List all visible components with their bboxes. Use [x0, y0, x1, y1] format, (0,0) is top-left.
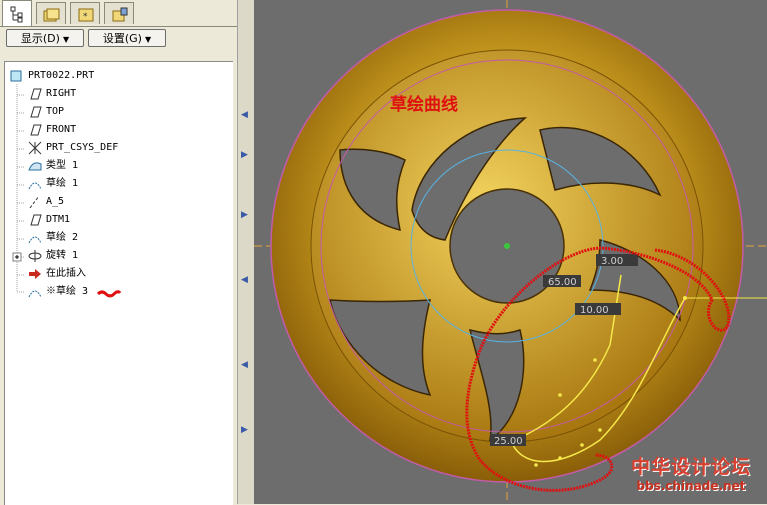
coordinate-system-icon	[28, 141, 42, 155]
tab-model-tree[interactable]	[2, 0, 32, 26]
insert-here-arrow-icon	[29, 269, 41, 279]
tree-toolbar: 显示(D) ▼ 设置(G) ▼	[0, 26, 237, 51]
watermark-url: bbs.chinade.net	[636, 479, 746, 493]
tree-root-label: PRT0022.PRT	[28, 70, 95, 81]
datum-plane-icon	[30, 106, 42, 118]
collapse-arrow-icon[interactable]: ◀	[241, 110, 248, 120]
graphics-viewport[interactable]: 65.00 10.00 25.00 3.00 草绘曲线 中华设计论坛 bbs.c…	[254, 0, 767, 504]
tab-folder-browser[interactable]	[36, 2, 66, 24]
tree-item-label: A_5	[46, 196, 65, 207]
favorites-icon: *	[78, 8, 94, 22]
center-point	[504, 243, 510, 249]
sketch-icon	[28, 236, 42, 244]
revolve-icon	[28, 250, 42, 262]
settings-dropdown-label: 设置(G)	[102, 32, 142, 45]
expand-arrow-icon[interactable]: ▶	[241, 210, 248, 220]
surface-feature-icon	[28, 162, 42, 171]
tree-item-label: 旋转 1	[46, 250, 79, 261]
show-dropdown-label: 显示(D)	[20, 32, 60, 45]
panel-splitter[interactable]: ◀ ▶ ▶ ◀ ◀ ▶	[237, 0, 255, 504]
tab-connections[interactable]	[104, 2, 134, 24]
model-tree-panel: * 显示(D) ▼ 设置(G) ▼ PRT0022.PRT RIGHT TOP …	[0, 0, 237, 505]
dimension-25: 25.00	[494, 436, 523, 447]
annotation-sketch-curve: 草绘曲线	[390, 94, 458, 115]
sketch-icon	[28, 182, 42, 190]
dimension-65: 65.00	[548, 277, 577, 288]
tree-item-label: DTM1	[46, 214, 71, 225]
collapse-arrow-icon[interactable]: ◀	[241, 360, 248, 370]
expand-arrow-icon[interactable]: ▶	[241, 425, 248, 435]
chevron-down-icon: ▼	[62, 35, 70, 44]
folder-icon	[43, 8, 60, 22]
model-tree: PRT0022.PRT RIGHT TOP FRONT PRT_CSYS_DEF…	[4, 61, 233, 505]
datum-plane-icon	[30, 124, 42, 136]
model-tree-icon	[10, 6, 23, 23]
dimension-3: 3.00	[601, 256, 623, 267]
show-dropdown[interactable]: 显示(D) ▼	[6, 29, 84, 47]
datum-plane-icon	[30, 214, 42, 226]
part-icon	[10, 70, 22, 82]
tree-item-label: FRONT	[46, 124, 77, 135]
expand-arrow-icon[interactable]: ▶	[241, 150, 248, 160]
tree-item-label: RIGHT	[46, 88, 77, 99]
datum-axis-icon	[29, 195, 40, 209]
connections-icon	[112, 7, 128, 22]
tree-item-label: TOP	[46, 106, 65, 117]
chevron-down-icon: ▼	[144, 35, 152, 44]
collapse-arrow-icon[interactable]: ◀	[241, 275, 248, 285]
watermark-title: 中华设计论坛	[630, 456, 751, 478]
tree-item-label: 类型 1	[46, 160, 79, 171]
tree-item-label: 在此插入	[46, 268, 86, 279]
tab-favorites[interactable]: *	[70, 2, 100, 24]
sketch-icon	[28, 290, 42, 298]
settings-dropdown[interactable]: 设置(G) ▼	[88, 29, 166, 47]
model-render[interactable]: 65.00 10.00 25.00 3.00 草绘曲线	[254, 0, 767, 504]
svg-text:*: *	[83, 12, 88, 22]
datum-plane-icon	[30, 88, 42, 100]
tree-item-label: PRT_CSYS_DEF	[46, 142, 119, 153]
red-scribble-mark	[96, 290, 122, 298]
forum-watermark: 中华设计论坛 bbs.chinade.net	[620, 456, 762, 502]
navigator-tabs: *	[0, 0, 237, 26]
tree-item-label: ※草绘 3	[46, 286, 89, 297]
tree-item-label: 草绘 1	[46, 178, 79, 189]
tree-item-label: 草绘 2	[46, 232, 79, 243]
dimension-10: 10.00	[580, 305, 609, 316]
